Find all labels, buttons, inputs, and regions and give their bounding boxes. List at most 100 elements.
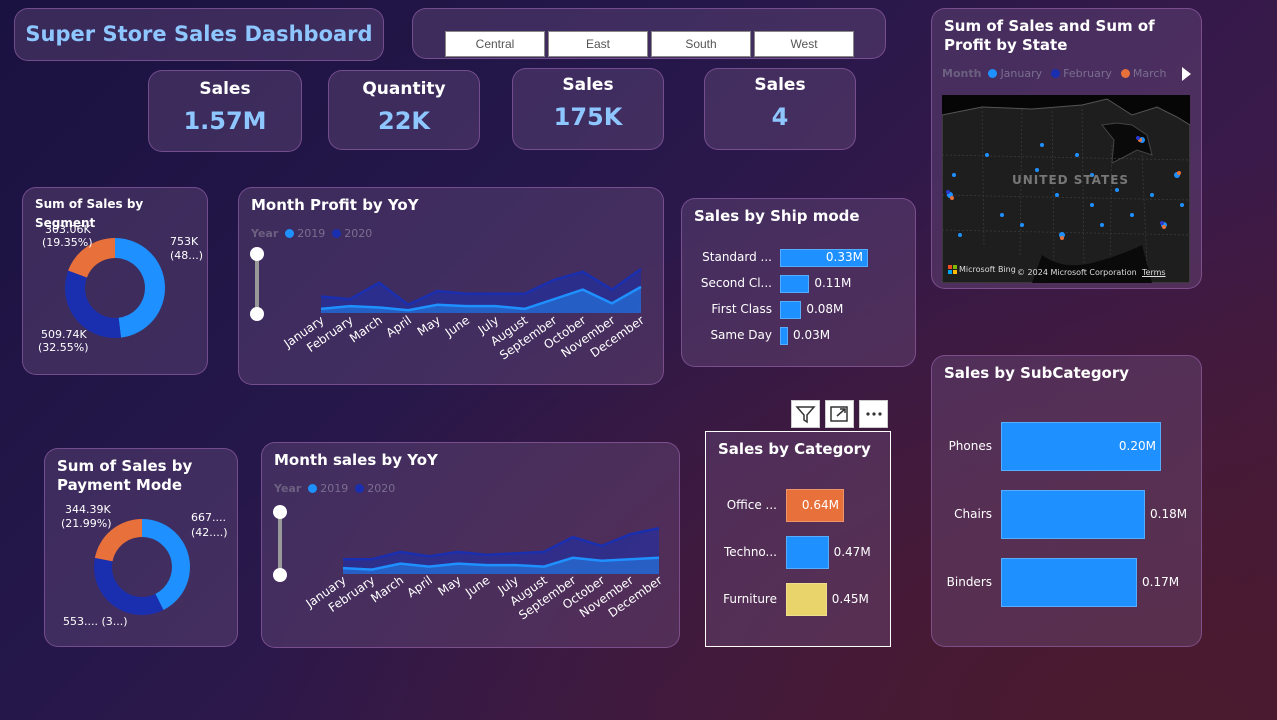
kpi-sales-card-3: Sales 4: [704, 68, 856, 150]
bar-label: Furniture: [723, 591, 777, 606]
x-tick-label: June: [442, 313, 472, 340]
legend-dot-february: [1051, 69, 1061, 78]
map-country-label: UNITED STATES: [1012, 173, 1130, 187]
map-attribution: © 2024 Microsoft Corporation: [1017, 268, 1137, 277]
bar[interactable]: [786, 583, 827, 616]
ship-mode-card: Sales by Ship mode Standard ... 0.33M Seco…: [681, 198, 916, 367]
legend-item: February: [1063, 67, 1112, 80]
region-slicer: Central East South West: [412, 8, 886, 59]
legend-item: March: [1132, 67, 1167, 80]
bar[interactable]: [786, 536, 829, 569]
subcategory-card: Sales by SubCategory Phones 0.20M Chairs 0.…: [931, 355, 1202, 647]
bar-label: Second Cl...: [700, 276, 772, 290]
seg-label-1-value: 303.06K: [45, 223, 91, 236]
pay-label-2-value: 667....: [191, 511, 226, 524]
kpi-value: 22K: [378, 107, 430, 135]
seg-label-3-value: 509.74K: [41, 328, 87, 341]
ship-title: Sales by Ship mode: [694, 207, 860, 225]
bar[interactable]: [1001, 558, 1137, 607]
x-tick-label: June: [462, 573, 492, 600]
x-tick-label: April: [404, 573, 435, 600]
bar[interactable]: [780, 275, 810, 293]
legend-item: January: [1000, 67, 1043, 80]
region-button-south[interactable]: South: [651, 31, 751, 57]
focus-icon-svg: [830, 406, 848, 422]
windows-logo-icon: [948, 265, 957, 274]
seg-label-2-value: 753K: [170, 235, 199, 248]
subcategory-title: Sales by SubCategory: [944, 364, 1130, 382]
donut-slice[interactable]: [94, 558, 164, 615]
segment-card: Sum of Sales by Segment 303.06K (19.35%)…: [22, 187, 208, 375]
bar[interactable]: [1001, 490, 1145, 539]
legend-dot-march: [1120, 69, 1130, 78]
kpi-label: Sales: [562, 75, 614, 95]
us-map[interactable]: UNITED STATES Microsoft Bing © 2024 Micr…: [942, 95, 1190, 283]
focus-mode-icon[interactable]: [825, 400, 854, 428]
bar-label: Techno...: [723, 544, 777, 559]
bing-text: Microsoft Bing: [959, 265, 1016, 274]
bar[interactable]: [780, 327, 788, 345]
pay-label-1-pct: (21.99%): [61, 517, 112, 530]
x-tick-label: March: [347, 313, 385, 345]
map-title: Sum of Sales and Sum of Profit by State: [944, 17, 1155, 54]
bar-value-label: 0.33M: [825, 250, 863, 264]
kpi-value: 4: [771, 103, 789, 131]
bar[interactable]: [780, 301, 802, 319]
sales-yoy-card: Month sales by YoY Year 2019 2020 Januar…: [261, 442, 680, 648]
map-legend: Month January February March: [942, 67, 1166, 80]
kpi-label: Sales: [199, 79, 251, 99]
x-tick-label: March: [368, 573, 406, 605]
bar-value-label: 0.11M: [814, 276, 852, 290]
more-icon-svg: [866, 412, 882, 416]
filter-icon-svg: [795, 406, 816, 424]
bar-label: First Class: [711, 302, 772, 316]
kpi-value: 175K: [553, 103, 623, 131]
legend-dot-january: [988, 69, 998, 78]
donut-slice[interactable]: [115, 238, 166, 338]
legend-title: Month: [942, 67, 982, 80]
bar-value-label: 0.64M: [801, 497, 839, 512]
bar-label: Standard ...: [702, 250, 772, 264]
pay-label-1-value: 344.39K: [65, 503, 111, 516]
bar-value-label: 0.45M: [831, 591, 869, 606]
kpi-quantity-card: Quantity 22K: [328, 70, 480, 150]
map-svg: [942, 98, 1190, 283]
bar-label: Binders: [946, 574, 992, 589]
bar-value-label: 0.17M: [1142, 574, 1180, 589]
seg-label-1-pct: (19.35%): [42, 236, 93, 249]
dashboard-title: Super Store Sales Dashboard: [25, 22, 373, 46]
bar-value-label: 0.03M: [793, 328, 831, 342]
kpi-sales-card-2: Sales 175K: [512, 68, 664, 150]
x-tick-label: May: [415, 313, 443, 339]
pay-label-3-value: 553.... (3...): [63, 615, 128, 628]
bar-value-label: 0.18M: [1150, 506, 1188, 521]
dashboard-title-card: Super Store Sales Dashboard: [14, 8, 384, 61]
map-card: Sum of Sales and Sum of Profit by State …: [931, 8, 1202, 289]
payment-card: Sum of Sales by Payment Mode 344.39K (21…: [44, 448, 238, 647]
map-terms-link[interactable]: Terms: [1142, 268, 1166, 277]
sales-area-chart[interactable]: JanuaryFebruaryMarchApril May June JulyAugu…: [262, 443, 681, 649]
x-tick-label: April: [383, 313, 414, 340]
region-button-central[interactable]: Central: [445, 31, 545, 57]
bing-logo: Microsoft Bing: [948, 265, 1016, 274]
bar-value-label: 0.47M: [833, 544, 871, 559]
region-button-west[interactable]: West: [754, 31, 854, 57]
category-card[interactable]: Sales by Category Office ... 0.64M Techno.…: [705, 431, 891, 647]
pay-label-2-pct: (42....): [191, 526, 228, 539]
kpi-value: 1.57M: [183, 107, 267, 135]
region-button-east[interactable]: East: [548, 31, 648, 57]
bar-label: Same Day: [710, 328, 772, 342]
category-title: Sales by Category: [718, 440, 871, 458]
bar-value-label: 0.20M: [1118, 438, 1156, 453]
profit-area-chart[interactable]: JanuaryFebruaryMarchApril May June JulyAugu…: [239, 188, 665, 386]
kpi-sales-card: Sales 1.57M: [148, 70, 302, 152]
filter-icon[interactable]: [791, 400, 820, 428]
bar-label: Office ...: [726, 497, 777, 512]
more-options-icon[interactable]: [859, 400, 888, 428]
bar-label: Chairs: [954, 506, 992, 521]
profit-yoy-card: Month Profit by YoY Year 2019 2020 Janua…: [238, 187, 664, 385]
legend-next-arrow-icon[interactable]: [1182, 67, 1191, 81]
seg-label-3-pct: (32.55%): [38, 341, 89, 354]
kpi-label: Quantity: [362, 79, 446, 99]
bar-value-label: 0.08M: [806, 302, 844, 316]
